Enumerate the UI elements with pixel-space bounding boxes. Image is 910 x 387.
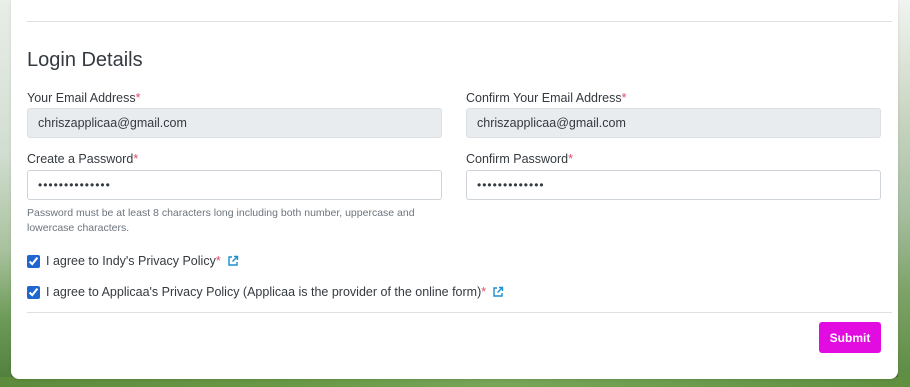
applicaa-privacy-agreement[interactable]: I agree to Applicaa's Privacy Policy (Ap…	[27, 285, 504, 299]
indy-privacy-checkbox[interactable]	[27, 254, 40, 268]
submit-button[interactable]: Submit	[819, 322, 881, 353]
password-label-text: Create a Password	[27, 152, 134, 166]
section-title: Login Details	[27, 49, 143, 71]
confirm-email-label: Confirm Your Email Address*	[466, 91, 627, 105]
password-field[interactable]	[27, 170, 442, 200]
applicaa-privacy-label: I agree to Applicaa's Privacy Policy (Ap…	[46, 285, 482, 299]
required-mark: *	[133, 152, 139, 166]
email-label: Your Email Address*	[27, 91, 141, 105]
external-link-icon[interactable]	[227, 255, 239, 267]
password-hint: Password must be at least 8 characters l…	[27, 207, 415, 234]
email-field[interactable]	[27, 108, 442, 138]
required-mark: *	[621, 91, 627, 105]
confirm-password-field[interactable]	[466, 170, 881, 200]
indy-privacy-label: I agree to Indy's Privacy Policy	[46, 254, 216, 268]
external-link-icon[interactable]	[492, 286, 504, 298]
confirm-password-label: Confirm Password*	[466, 152, 573, 166]
email-label-text: Your Email Address	[27, 91, 136, 105]
password-label: Create a Password*	[27, 152, 138, 166]
section-divider-bottom	[27, 312, 892, 313]
confirm-email-field[interactable]	[466, 108, 881, 138]
required-mark: *	[215, 254, 221, 268]
login-details-card: Login Details Your Email Address* Confir…	[11, 0, 898, 379]
required-mark: *	[481, 285, 487, 299]
applicaa-privacy-checkbox[interactable]	[27, 285, 40, 299]
confirm-email-label-text: Confirm Your Email Address	[466, 91, 622, 105]
background-grass-right	[898, 0, 910, 387]
required-mark: *	[135, 91, 141, 105]
confirm-password-label-text: Confirm Password	[466, 152, 569, 166]
required-mark: *	[568, 152, 573, 166]
indy-privacy-agreement[interactable]: I agree to Indy's Privacy Policy *	[27, 254, 239, 268]
section-divider-top	[27, 21, 892, 22]
